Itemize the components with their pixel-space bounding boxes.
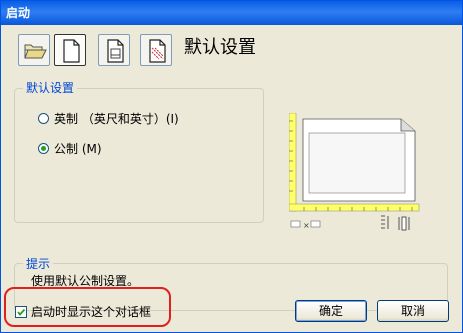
use-wizard-icon	[149, 39, 166, 63]
metric-radio-dot[interactable]	[38, 143, 49, 154]
ok-button[interactable]: 确定	[295, 300, 367, 322]
start-from-scratch-button[interactable]	[54, 34, 86, 66]
use-template-icon	[107, 39, 124, 63]
page-title: 默认设置	[184, 37, 256, 58]
annotation-highlight	[4, 287, 171, 327]
title-bar[interactable]: 启动	[1, 1, 462, 25]
dialog-body: 默认设置 默认设置 英制 （英尺和英寸）(I) 公制 (M) × 提示 使用默认…	[1, 25, 462, 332]
metric-radio[interactable]: 公制 (M)	[38, 141, 258, 157]
startup-dialog: 启动 默认设置 默认设置 英制 （英尺和英寸）(I) 公制 (M) × 提示 使…	[0, 0, 463, 333]
metric-radio-label: 公制 (M)	[54, 142, 102, 156]
hint-group-legend: 提示	[23, 256, 54, 272]
open-drawing-button[interactable]	[18, 34, 50, 66]
svg-text:×: ×	[303, 221, 310, 230]
window-title: 启动	[6, 6, 31, 20]
use-wizard-button[interactable]	[140, 34, 172, 66]
paper-preview-image: ×	[289, 113, 421, 237]
imperial-radio[interactable]: 英制 （英尺和英寸）(I)	[38, 111, 258, 127]
use-template-button[interactable]	[98, 34, 130, 66]
settings-group-legend: 默认设置	[23, 80, 78, 96]
open-drawing-icon	[24, 44, 47, 59]
imperial-radio-dot[interactable]	[38, 113, 49, 124]
default-settings-icon	[63, 39, 80, 63]
cancel-button[interactable]: 取消	[377, 300, 449, 322]
imperial-radio-label: 英制 （英尺和英寸）(I)	[54, 112, 179, 126]
